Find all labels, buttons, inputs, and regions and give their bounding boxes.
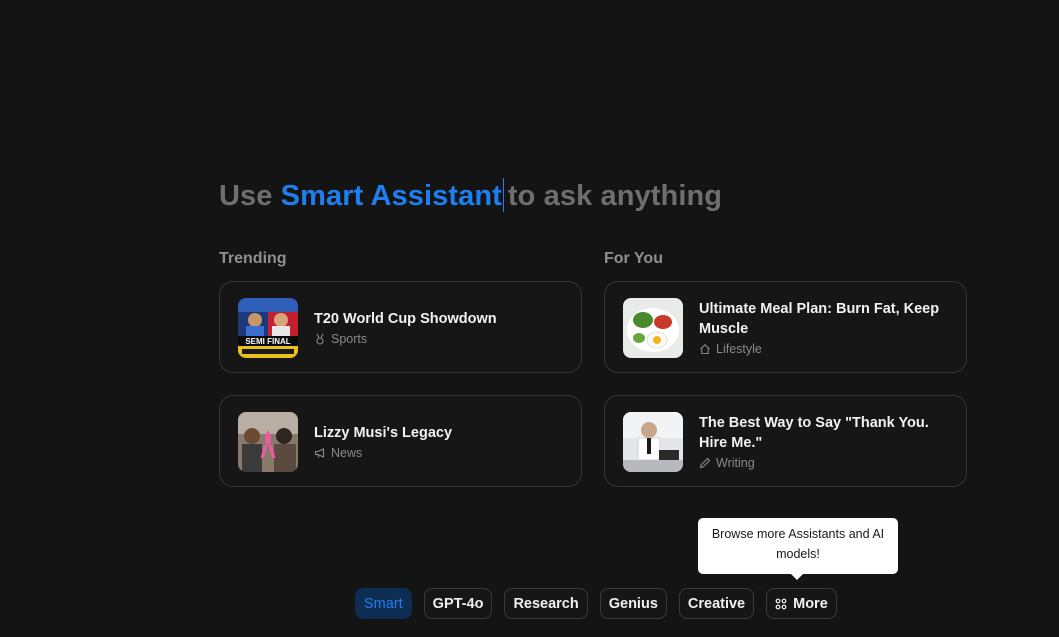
headline-suffix: to ask anything <box>507 180 723 212</box>
card-thumbnail <box>623 412 683 472</box>
card-title: Lizzy Musi's Legacy <box>314 424 453 441</box>
grid-icon <box>775 598 787 609</box>
text-caret <box>502 178 504 212</box>
section-title-for-you: For You <box>604 250 663 267</box>
mode-research-button[interactable]: Research <box>504 588 588 619</box>
trending-card-lizzy-musi[interactable]: Lizzy Musi's Legacy News <box>219 395 582 487</box>
assistant-mode-selector: Smart GPT-4o Research Genius Creative Mo… <box>355 588 837 619</box>
card-thumbnail <box>623 298 683 358</box>
card-thumbnail <box>238 412 298 472</box>
headline-assistant-name[interactable]: Smart Assistant <box>281 180 502 212</box>
home-icon <box>700 343 710 354</box>
card-tag-label: News <box>331 445 363 460</box>
for-you-card-thank-you[interactable]: The Best Way to Say "Thank You. Hire Me.… <box>604 395 967 487</box>
card-tag: Writing <box>699 456 946 470</box>
mode-more-label: More <box>793 595 828 612</box>
megaphone-icon <box>314 447 325 458</box>
mode-gpt-4o-button[interactable]: GPT-4o <box>423 588 493 619</box>
card-title: Ultimate Meal Plan: Burn Fat, Keep Muscl… <box>699 300 940 337</box>
headline: Use Smart Assistant to ask anything <box>219 178 722 213</box>
card-tag: Lifestyle <box>699 342 946 356</box>
card-tag-label: Sports <box>331 331 368 346</box>
card-title: The Best Way to Say "Thank You. Hire Me.… <box>699 414 929 451</box>
card-thumbnail: SEMI FINAL <box>238 298 298 358</box>
card-tag-label: Lifestyle <box>716 341 762 356</box>
tooltip-arrow <box>789 572 805 580</box>
mode-genius-button[interactable]: Genius <box>599 588 667 619</box>
mode-smart-button[interactable]: Smart <box>355 588 412 619</box>
mode-creative-button[interactable]: Creative <box>678 588 755 619</box>
page: Use Smart Assistant to ask anything Trend… <box>0 0 1059 637</box>
trending-card-t20[interactable]: SEMI FINAL T20 World Cup Showdown Sports <box>219 281 582 373</box>
section-title-trending: Trending <box>219 250 287 267</box>
pencil-icon <box>699 457 711 468</box>
card-tag: News <box>314 446 561 460</box>
more-tooltip: Browse more Assistants and AI models! <box>698 518 898 574</box>
card-tag: Sports <box>314 332 561 346</box>
medal-icon <box>316 333 324 345</box>
card-tag-label: Writing <box>716 455 755 470</box>
card-title: T20 World Cup Showdown <box>314 310 497 327</box>
for-you-card-meal-plan[interactable]: Ultimate Meal Plan: Burn Fat, Keep Muscl… <box>604 281 967 373</box>
thumb-text: SEMI FINAL <box>245 337 290 346</box>
mode-more-button[interactable]: More <box>766 588 837 619</box>
headline-prefix: Use <box>219 180 281 212</box>
